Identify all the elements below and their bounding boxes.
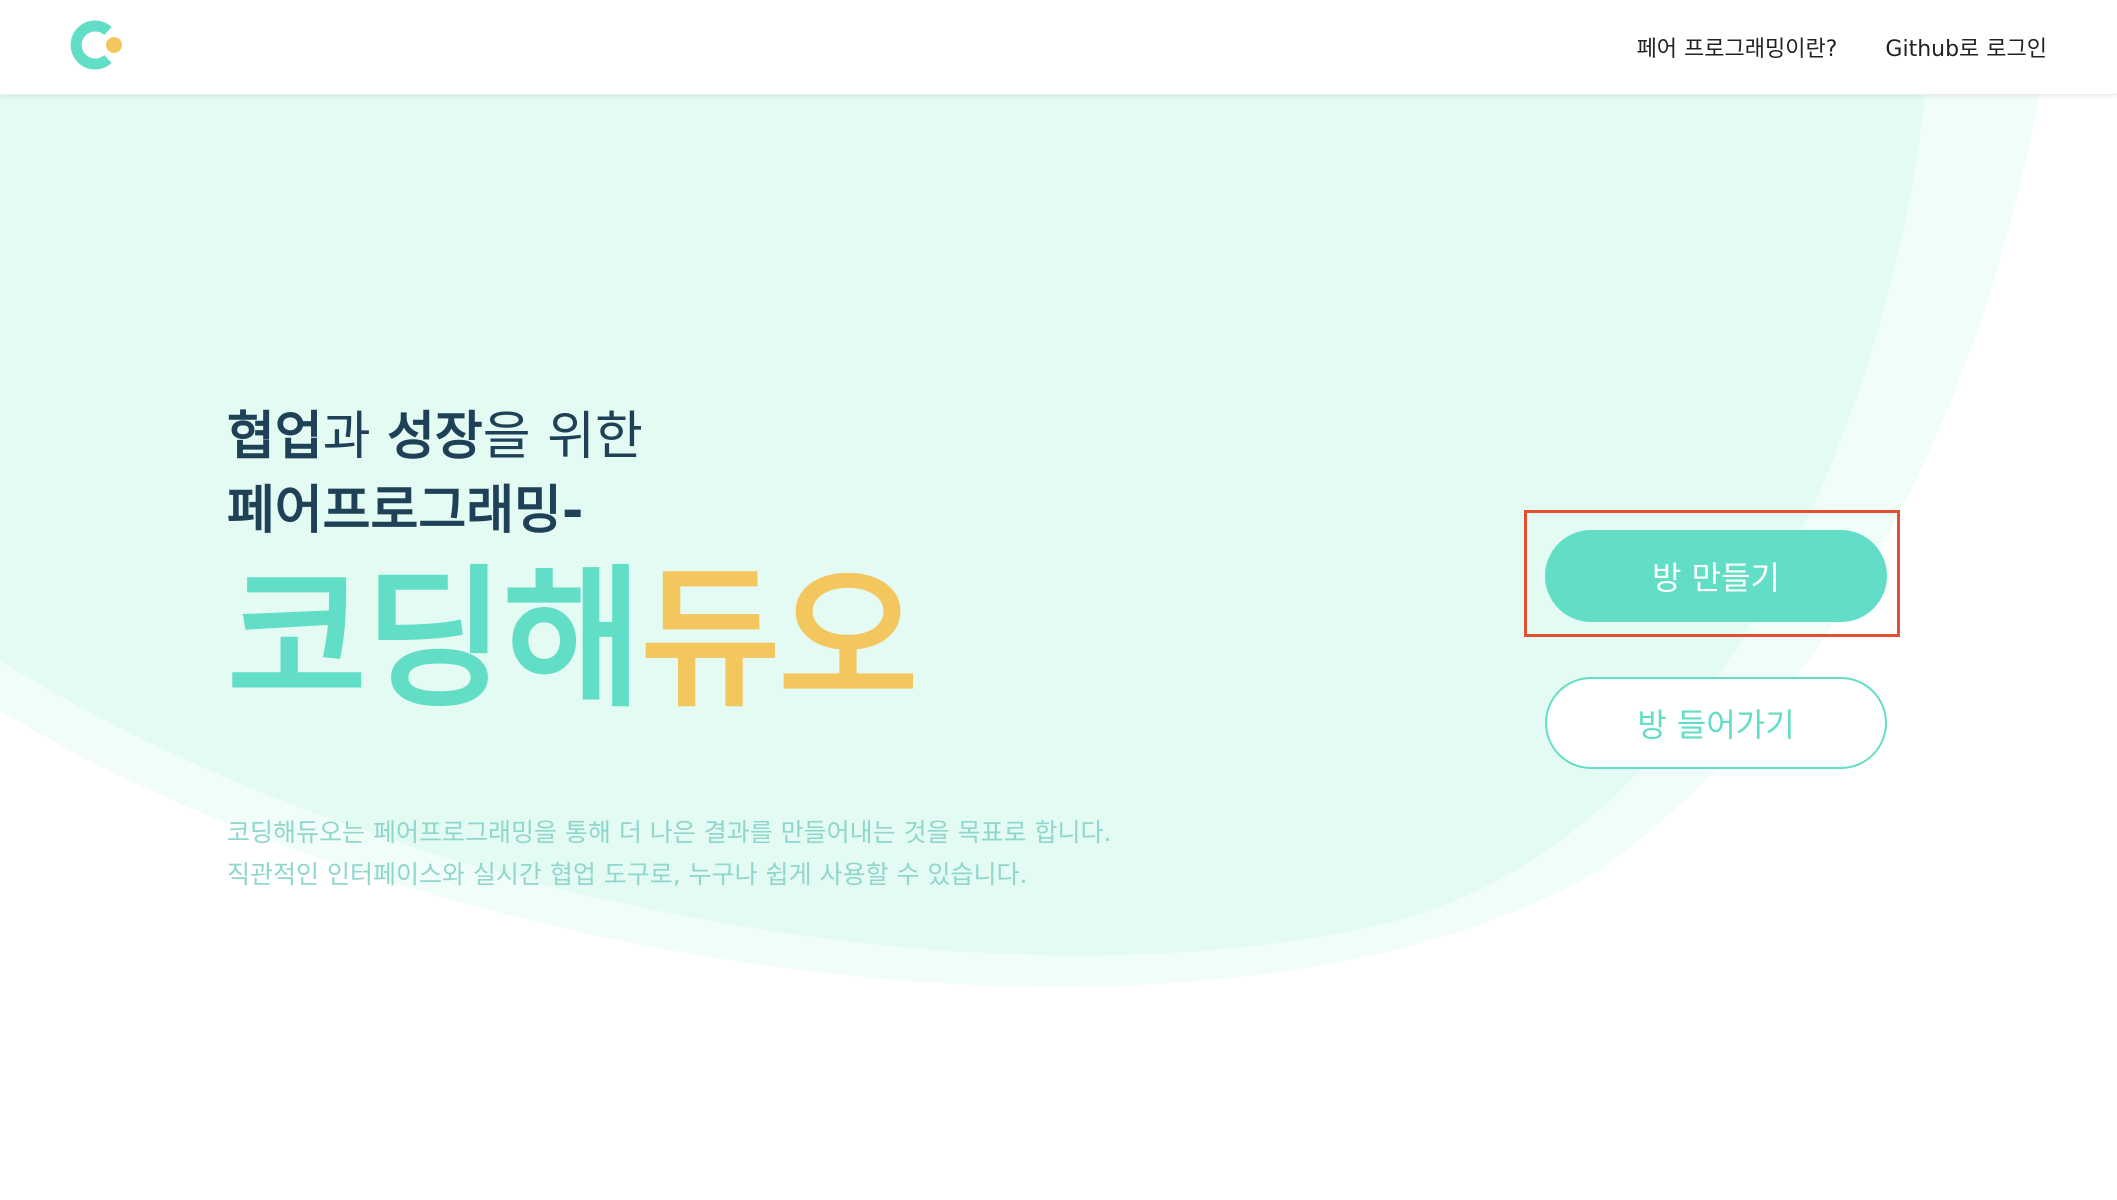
description-line-2: 직관적인 인터페이스와 실시간 협업 도구로, 누구나 쉽게 사용할 수 있습니…	[227, 860, 1028, 889]
tagline-keyword-pair-programming: 페어프로그래밍-	[227, 481, 584, 541]
top-navbar: 페어 프로그래밍이란? Github로 로그인	[0, 0, 2117, 95]
tagline-text: 과	[322, 407, 388, 467]
brand-title: 코딩해듀오	[227, 556, 918, 724]
tagline-line-1: 협업과 성장을 위한	[227, 400, 916, 474]
create-room-button[interactable]: 방 만들기	[1545, 530, 1887, 622]
brand-title-yellow: 듀오	[640, 551, 919, 728]
description-line-1: 코딩해듀오는 페어프로그래밍을 통해 더 나은 결과를 만들어내는 것을 목표로…	[227, 818, 1112, 847]
join-room-button[interactable]: 방 들어가기	[1545, 677, 1887, 769]
hero-section: 협업과 성장을 위한 페어프로그래밍- 코딩해듀오	[227, 400, 918, 724]
landing-page: 페어 프로그래밍이란? Github로 로그인 협업과 성장을 위한 페어프로그…	[0, 0, 2117, 1200]
tagline-text: 을 위한	[482, 407, 643, 467]
brand-title-mint: 코딩해	[227, 551, 643, 728]
tagline-keyword-collaboration: 협업	[227, 407, 323, 467]
nav-link-what-is-pair-programming[interactable]: 페어 프로그래밍이란?	[1637, 31, 1838, 63]
tagline-line-2: 페어프로그래밍-	[227, 474, 916, 548]
nav-links: 페어 프로그래밍이란? Github로 로그인	[1637, 0, 2047, 94]
coding-duo-logo-icon[interactable]	[68, 20, 124, 70]
tagline-keyword-growth: 성장	[387, 407, 483, 467]
nav-link-github-login[interactable]: Github로 로그인	[1885, 31, 2047, 63]
hero-description: 코딩해듀오는 페어프로그래밍을 통해 더 나은 결과를 만들어내는 것을 목표로…	[227, 812, 1111, 896]
